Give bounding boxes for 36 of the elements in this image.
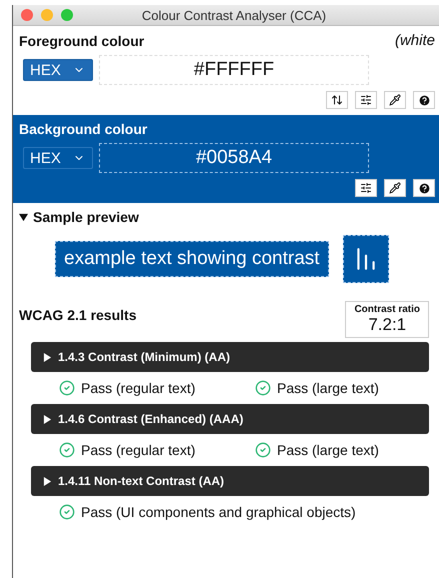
result-text: Pass (regular text) xyxy=(81,380,196,396)
adjust-button[interactable] xyxy=(355,91,377,109)
sample-text: example text showing contrast xyxy=(55,241,329,277)
eyedropper-icon xyxy=(389,94,401,106)
result-text: Pass (large text) xyxy=(277,380,379,396)
help-icon xyxy=(418,182,430,194)
format-dropdown[interactable]: HEX xyxy=(23,59,93,81)
colour-input[interactable]: #0058A4 xyxy=(99,143,369,173)
criterion-header[interactable]: 1.4.6 Contrast (Enhanced) (AAA) xyxy=(31,404,429,434)
sliders-icon xyxy=(360,182,372,194)
section-title: Background colour xyxy=(19,121,148,137)
section-title: WCAG 2.1 results xyxy=(19,307,136,323)
colour-input[interactable]: #FFFFFF xyxy=(99,55,369,85)
help-icon xyxy=(418,94,430,106)
ratio-value: 7.2:1 xyxy=(368,315,406,335)
eyedropper-icon xyxy=(389,182,401,194)
colour-name: (white xyxy=(394,32,435,49)
help-button[interactable] xyxy=(413,91,435,109)
section-title[interactable]: Sample preview xyxy=(33,209,139,225)
sliders-icon xyxy=(360,94,372,106)
criterion-header[interactable]: 1.4.11 Non-text Contrast (AA) xyxy=(31,466,429,496)
result-text: Pass (large text) xyxy=(277,442,379,458)
result-text: Pass (regular text) xyxy=(81,442,196,458)
window-title: Colour Contrast Analyser (CCA) xyxy=(140,8,328,22)
adjust-button[interactable] xyxy=(355,179,377,197)
eyedropper-button[interactable] xyxy=(384,179,406,197)
format-dropdown[interactable]: HEX xyxy=(23,147,93,169)
eyedropper-button[interactable] xyxy=(384,91,406,109)
ratio-label: Contrast ratio xyxy=(354,304,420,315)
chart-button[interactable] xyxy=(342,235,389,283)
criterion-header[interactable]: 1.4.3 Contrast (Minimum) (AA) xyxy=(31,342,429,372)
swap-icon xyxy=(331,94,343,106)
swap-button[interactable] xyxy=(326,91,348,109)
help-button[interactable] xyxy=(413,179,435,197)
result-text: Pass (UI components and graphical objects) xyxy=(81,504,356,520)
section-title: Foreground colour xyxy=(19,32,144,48)
